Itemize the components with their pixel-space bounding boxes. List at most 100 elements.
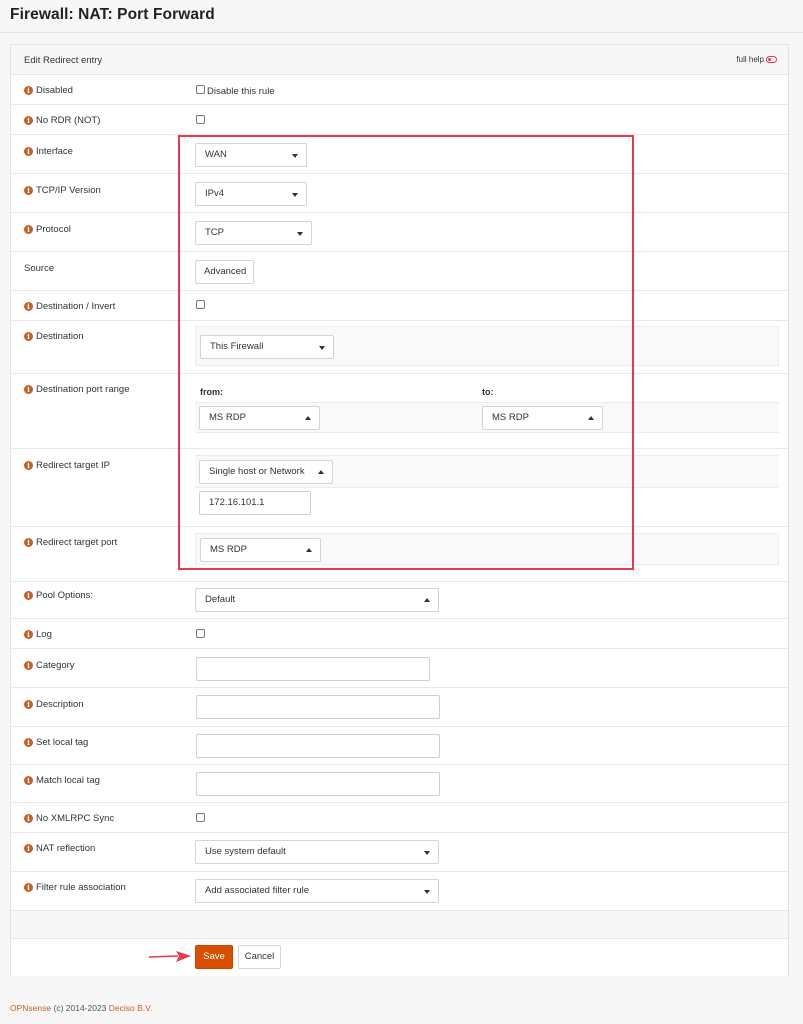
tcpip-value: IPv4 xyxy=(205,188,225,199)
caret-down-icon xyxy=(424,851,430,855)
info-icon: i xyxy=(24,116,33,125)
interface-label: Interface xyxy=(36,146,73,157)
tcpip-select[interactable]: IPv4 xyxy=(195,182,307,206)
row-nat-reflection: i NAT reflection Use system default xyxy=(11,832,788,871)
row-interface: i Interface WAN xyxy=(11,134,788,173)
dest-invert-label: Destination / Invert xyxy=(36,301,116,312)
info-icon: i xyxy=(24,147,33,156)
row-actions xyxy=(11,938,788,976)
caret-down-icon xyxy=(292,154,298,158)
redirect-ip-input[interactable]: 172.16.101.1 xyxy=(199,491,311,515)
info-icon: i xyxy=(24,538,33,547)
row-set-local-tag: i Set local tag xyxy=(11,726,788,764)
log-label: Log xyxy=(36,629,52,640)
match-tag-label: Match local tag xyxy=(36,775,100,786)
category-label: Category xyxy=(36,660,75,671)
cancel-button[interactable]: Cancel xyxy=(238,945,281,969)
footer-copyright: (c) 2014-2023 xyxy=(53,1003,107,1013)
info-icon: i xyxy=(24,700,33,709)
nat-reflection-select[interactable]: Use system default xyxy=(195,840,439,864)
row-category: i Category xyxy=(11,648,788,687)
info-icon: i xyxy=(24,776,33,785)
no-xmlrpc-label: No XMLRPC Sync xyxy=(36,813,115,824)
footer-brand-link[interactable]: OPNsense xyxy=(10,1003,51,1013)
info-icon: i xyxy=(24,186,33,195)
row-redirect-target-port: i Redirect target port MS RDP xyxy=(11,526,788,581)
footer: OPNsense (c) 2014-2023 Deciso B.V. xyxy=(10,1003,152,1013)
disable-rule-text: Disable this rule xyxy=(207,86,275,97)
page-header: Firewall: NAT: Port Forward xyxy=(0,0,803,33)
dest-invert-checkbox[interactable] xyxy=(196,300,205,309)
port-to-value: MS RDP xyxy=(492,412,529,423)
protocol-select[interactable]: TCP xyxy=(195,221,312,245)
row-tcpip-version: i TCP/IP Version IPv4 xyxy=(11,173,788,212)
info-icon: i xyxy=(24,86,33,95)
caret-down-icon xyxy=(292,193,298,197)
interface-select[interactable]: WAN xyxy=(195,143,307,167)
redirect-ip-type-select[interactable]: Single host or Network xyxy=(199,460,333,484)
row-description: i Description xyxy=(11,687,788,726)
destination-subbox: This Firewall xyxy=(195,326,779,366)
redirect-port-select[interactable]: MS RDP xyxy=(200,538,321,562)
panel-heading-row: Edit Redirect entry full help xyxy=(11,45,788,74)
row-destination: i Destination This Firewall xyxy=(11,320,788,373)
info-icon: i xyxy=(24,630,33,639)
row-no-rdr: i No RDR (NOT) xyxy=(11,104,788,134)
category-input[interactable] xyxy=(196,657,430,681)
no-rdr-checkbox[interactable] xyxy=(196,115,205,124)
caret-down-icon xyxy=(319,346,325,350)
info-icon: i xyxy=(24,302,33,311)
row-match-local-tag: i Match local tag xyxy=(11,764,788,802)
info-icon: i xyxy=(24,661,33,670)
destination-label: Destination xyxy=(36,331,84,342)
source-label: Source xyxy=(24,263,55,274)
info-icon: i xyxy=(24,591,33,600)
set-tag-label: Set local tag xyxy=(36,737,89,748)
full-help-toggle[interactable]: full help xyxy=(736,55,777,64)
dest-port-label: Destination port range xyxy=(36,384,130,395)
row-disabled: i Disabled Disable this rule xyxy=(11,74,788,104)
info-icon: i xyxy=(24,883,33,892)
redirect-ip-type-value: Single host or Network xyxy=(209,466,305,477)
nat-reflection-label: NAT reflection xyxy=(36,843,96,854)
info-icon: i xyxy=(24,385,33,394)
pool-select[interactable]: Default xyxy=(195,588,439,612)
port-to-select[interactable]: MS RDP xyxy=(482,406,603,430)
footer-company-link[interactable]: Deciso B.V. xyxy=(109,1003,153,1013)
caret-up-icon xyxy=(588,416,594,420)
description-input[interactable] xyxy=(196,695,440,719)
port-to-label: to: xyxy=(482,387,494,397)
caret-up-icon xyxy=(305,416,311,420)
disabled-checkbox[interactable] xyxy=(196,85,205,94)
protocol-value: TCP xyxy=(205,227,224,238)
info-icon: i xyxy=(24,225,33,234)
description-label: Description xyxy=(36,699,84,710)
caret-up-icon xyxy=(318,470,324,474)
info-icon: i xyxy=(24,844,33,853)
redirect-port-subbox: MS RDP xyxy=(195,533,779,565)
nat-reflection-value: Use system default xyxy=(205,846,286,857)
interface-value: WAN xyxy=(205,149,227,160)
source-advanced-button[interactable]: Advanced xyxy=(195,260,254,284)
log-checkbox[interactable] xyxy=(196,629,205,638)
row-pool-options: i Pool Options: Default xyxy=(11,581,788,618)
redirect-ip-label: Redirect target IP xyxy=(36,460,110,471)
row-log: i Log xyxy=(11,618,788,648)
info-icon: i xyxy=(24,461,33,470)
port-from-select[interactable]: MS RDP xyxy=(199,406,320,430)
panel-heading: Edit Redirect entry xyxy=(24,55,103,66)
annotation-arrow-icon xyxy=(148,951,191,962)
filter-assoc-label: Filter rule association xyxy=(36,882,126,893)
set-tag-input[interactable] xyxy=(196,734,440,758)
filter-assoc-select[interactable]: Add associated filter rule xyxy=(195,879,439,903)
info-icon: i xyxy=(24,738,33,747)
page-title: Firewall: NAT: Port Forward xyxy=(10,6,215,23)
destination-select[interactable]: This Firewall xyxy=(200,335,334,359)
no-xmlrpc-checkbox[interactable] xyxy=(196,813,205,822)
toggle-icon xyxy=(766,56,777,63)
no-rdr-label: No RDR (NOT) xyxy=(36,115,101,126)
save-button[interactable]: Save xyxy=(195,945,233,969)
port-from-label: from: xyxy=(200,387,223,397)
match-tag-input[interactable] xyxy=(196,772,440,796)
row-source: Source Advanced xyxy=(11,251,788,290)
